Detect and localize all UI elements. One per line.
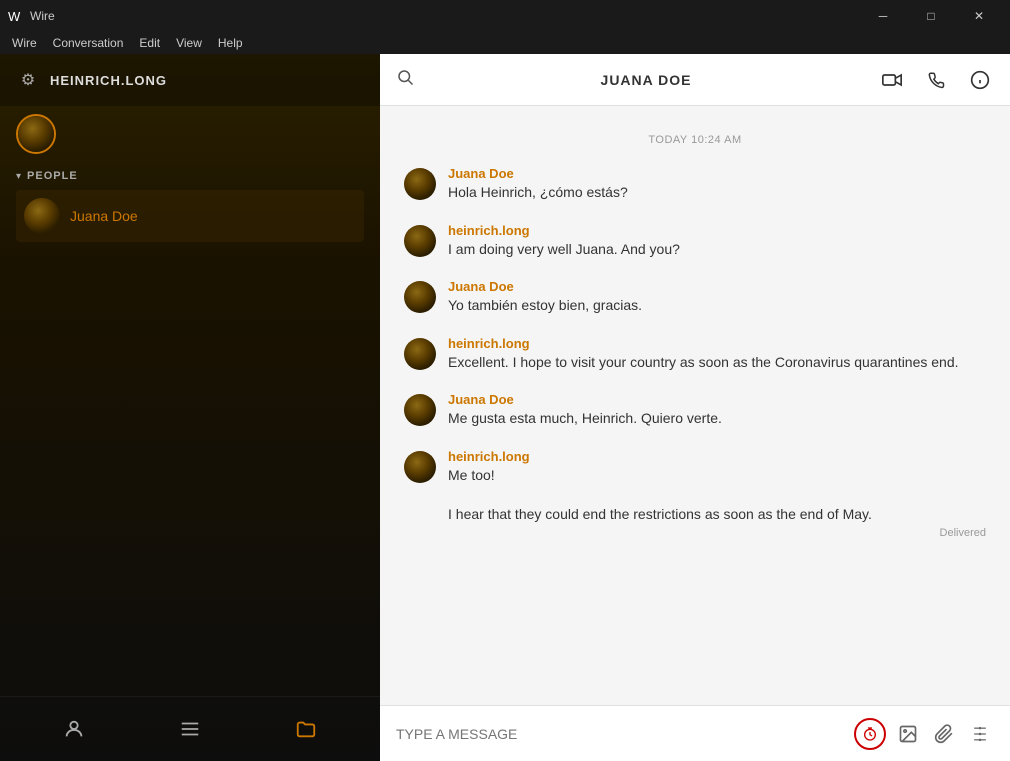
menu-icon[interactable] <box>174 713 206 745</box>
message-text: Me gusta esta much, Heinrich. Quiero ver… <box>448 409 986 429</box>
date-divider: TODAY 10:24 AM <box>404 134 986 146</box>
contact-item[interactable]: Juana Doe <box>16 190 364 242</box>
message-content: heinrich.long Excellent. I hope to visit… <box>448 336 986 373</box>
title-bar: W Wire ─ □ ✕ <box>0 0 1010 32</box>
message-content: heinrich.long Me too!I hear that they co… <box>448 449 986 539</box>
message-avatar <box>404 394 436 426</box>
message-text: Hola Heinrich, ¿cómo estás? <box>448 183 986 203</box>
message-group: heinrich.long I am doing very well Juana… <box>404 223 986 260</box>
menu-edit[interactable]: Edit <box>131 34 168 52</box>
info-icon[interactable] <box>966 66 994 94</box>
menu-view[interactable]: View <box>168 34 210 52</box>
app-icon: W <box>8 8 24 24</box>
menu-help[interactable]: Help <box>210 34 251 52</box>
message-content: Juana Doe Me gusta esta much, Heinrich. … <box>448 392 986 429</box>
attach-icon[interactable] <box>930 720 958 748</box>
contacts-icon[interactable] <box>58 713 90 745</box>
message-sender: heinrich.long <box>448 223 986 238</box>
image-icon[interactable] <box>894 720 922 748</box>
menu-bar: Wire Conversation Edit View Help <box>0 32 1010 54</box>
chat-actions <box>878 66 994 94</box>
maximize-button[interactable]: □ <box>908 0 954 32</box>
window-controls: ─ □ ✕ <box>860 0 1002 32</box>
settings-icon[interactable]: ⚙ <box>16 68 40 92</box>
message-input[interactable] <box>396 726 842 742</box>
message-avatar <box>404 451 436 483</box>
message-text: I am doing very well Juana. And you? <box>448 240 986 260</box>
message-sender: Juana Doe <box>448 392 986 407</box>
chat-input-area <box>380 705 1010 761</box>
message-text: Me too!I hear that they could end the re… <box>448 466 986 525</box>
more-icon[interactable] <box>966 720 994 748</box>
user-avatar[interactable] <box>16 114 56 154</box>
folder-icon[interactable] <box>290 713 322 745</box>
message-sender: heinrich.long <box>448 449 986 464</box>
chat-header: JUANA DOE <box>380 54 1010 106</box>
main-content: ⚙ HEINRICH.LONG ▾ PEOPLE Juana Doe <box>0 54 1010 761</box>
phone-call-icon[interactable] <box>922 66 950 94</box>
contact-avatar <box>24 198 60 234</box>
message-status: Delivered <box>448 527 986 539</box>
message-text: Yo también estoy bien, gracias. <box>448 296 986 316</box>
message-avatar <box>404 168 436 200</box>
menu-conversation[interactable]: Conversation <box>45 34 132 52</box>
contact-name: Juana Doe <box>70 208 138 224</box>
people-header: ▾ PEOPLE <box>16 170 364 182</box>
message-group: heinrich.long Me too!I hear that they co… <box>404 449 986 539</box>
message-group: Juana Doe Yo también estoy bien, gracias… <box>404 279 986 316</box>
people-chevron-icon: ▾ <box>16 171 21 182</box>
message-avatar <box>404 225 436 257</box>
message-content: Juana Doe Hola Heinrich, ¿cómo estás? <box>448 166 986 203</box>
people-label: PEOPLE <box>27 170 78 182</box>
message-group: heinrich.long Excellent. I hope to visit… <box>404 336 986 373</box>
avatar-row <box>0 106 380 162</box>
search-icon[interactable] <box>396 68 414 91</box>
sidebar-header: ⚙ HEINRICH.LONG <box>0 54 380 106</box>
message-sender: Juana Doe <box>448 279 986 294</box>
minimize-button[interactable]: ─ <box>860 0 906 32</box>
people-section: ▾ PEOPLE Juana Doe <box>0 162 380 246</box>
input-actions <box>854 718 994 750</box>
message-content: heinrich.long I am doing very well Juana… <box>448 223 986 260</box>
chat-panel: JUANA DOE <box>380 54 1010 761</box>
sidebar-footer <box>0 696 380 761</box>
sidebar: ⚙ HEINRICH.LONG ▾ PEOPLE Juana Doe <box>0 54 380 761</box>
chat-contact-name: JUANA DOE <box>414 72 878 88</box>
message-content: Juana Doe Yo también estoy bien, gracias… <box>448 279 986 316</box>
menu-wire[interactable]: Wire <box>4 34 45 52</box>
message-avatar <box>404 338 436 370</box>
timer-icon[interactable] <box>854 718 886 750</box>
message-sender: Juana Doe <box>448 166 986 181</box>
close-button[interactable]: ✕ <box>956 0 1002 32</box>
messages-area[interactable]: TODAY 10:24 AM Juana Doe Hola Heinrich, … <box>380 106 1010 705</box>
message-group: Juana Doe Hola Heinrich, ¿cómo estás? <box>404 166 986 203</box>
message-avatar <box>404 281 436 313</box>
window-title: Wire <box>30 9 860 23</box>
message-group: Juana Doe Me gusta esta much, Heinrich. … <box>404 392 986 429</box>
svg-text:W: W <box>8 9 21 24</box>
account-name: HEINRICH.LONG <box>50 73 167 88</box>
avatar-image <box>18 116 54 152</box>
message-text: Excellent. I hope to visit your country … <box>448 353 986 373</box>
message-sender: heinrich.long <box>448 336 986 351</box>
video-call-icon[interactable] <box>878 66 906 94</box>
